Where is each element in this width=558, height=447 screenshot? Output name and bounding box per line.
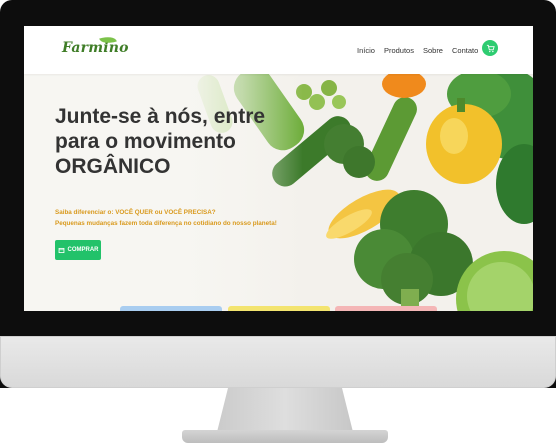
website-screen: Farmino Início Produtos Sobre Contato Ju…: [24, 26, 533, 311]
hero-title-line-2: para o movimento: [55, 130, 236, 153]
hero-title-line-3: ORGÂNICO: [55, 155, 171, 178]
monitor-stand-neck: [216, 388, 354, 436]
feature-card-pink[interactable]: [335, 306, 437, 311]
nav-item-contato[interactable]: Contato: [452, 46, 478, 55]
buy-button-label: COMPRAR: [67, 247, 99, 253]
feature-card-blue[interactable]: [120, 306, 222, 311]
nav-item-sobre[interactable]: Sobre: [423, 46, 443, 55]
navbar: Farmino Início Produtos Sobre Contato: [24, 26, 533, 74]
brand-logo[interactable]: Farmino: [62, 40, 129, 56]
cart-icon: [58, 247, 64, 253]
nav-menu: Início Produtos Sobre Contato: [357, 46, 487, 55]
feature-card-yellow[interactable]: [228, 306, 330, 311]
cart-icon: [486, 44, 495, 52]
hero-subtitle-line-2: Pequenas mudanças fazem toda diferença n…: [55, 220, 277, 227]
nav-item-produtos[interactable]: Produtos: [384, 46, 414, 55]
nav-item-inicio[interactable]: Início: [357, 46, 375, 55]
hero-title-line-1: Junte-se à nós, entre: [55, 105, 266, 128]
hero-title: Junte-se à nós, entre para o movimento O…: [55, 104, 295, 179]
monitor-chin: [0, 336, 556, 388]
buy-button[interactable]: COMPRAR: [55, 240, 101, 260]
cart-button[interactable]: [482, 40, 498, 56]
hero-subtitle-line-1: Saiba diferenciar o: VOCÊ QUER ou VOCÊ P…: [55, 209, 216, 216]
monitor-stand-base: [182, 430, 388, 443]
hero-subtitle: Saiba diferenciar o: VOCÊ QUER ou VOCÊ P…: [55, 207, 315, 229]
